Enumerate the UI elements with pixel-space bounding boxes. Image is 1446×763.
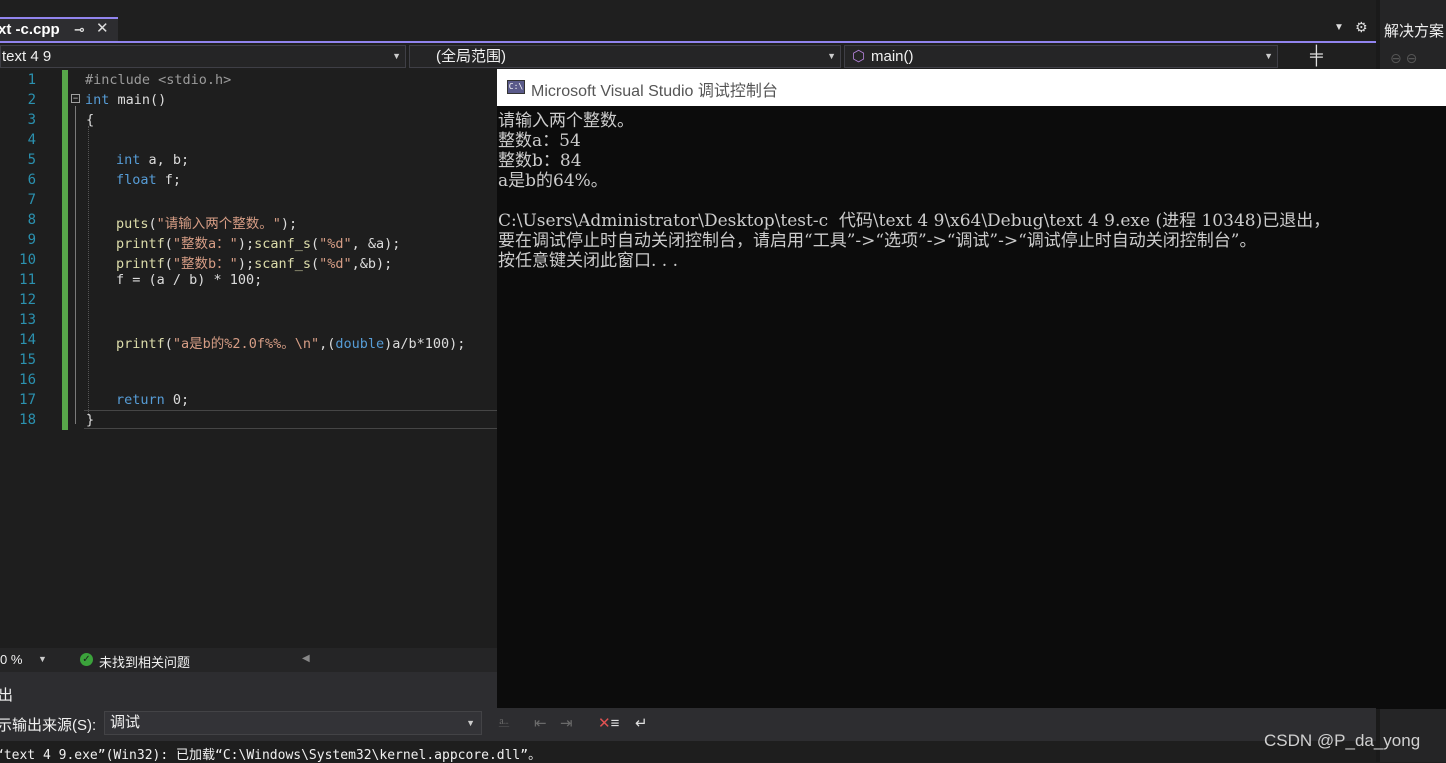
change-indicator-bar — [62, 70, 68, 430]
cube-icon: ⬡ — [852, 48, 866, 65]
line-number: 7 — [27, 192, 36, 208]
word-wrap-icon[interactable]: ↵ — [635, 714, 648, 732]
output-panel-header — [0, 672, 497, 708]
code-line-14: printf("a是b的%2.0f%%。\n",(double)a/b*100)… — [116, 336, 466, 352]
close-icon[interactable]: ✕ — [96, 18, 109, 40]
clear-all-icon[interactable]: ✕≡ — [598, 714, 619, 732]
find-message-icon[interactable]: ⎁ — [498, 714, 510, 731]
line-number: 4 — [27, 132, 36, 148]
code-line-5: int a, b; — [116, 152, 190, 168]
line-number: 5 — [27, 152, 36, 168]
code-line-3: { — [86, 112, 95, 128]
console-title: Microsoft Visual Studio 调试控制台 — [531, 83, 778, 100]
line-number: 10 — [19, 252, 36, 268]
code-line-11: f = (a / b) * 100; — [116, 272, 263, 288]
output-panel-title: 出 — [0, 687, 14, 704]
next-message-icon[interactable]: ⇥ — [560, 714, 573, 732]
gear-icon[interactable]: ⚙ — [1355, 19, 1368, 36]
check-circle-icon: ✓ — [80, 653, 93, 666]
code-line-18: } — [86, 412, 95, 428]
project-dropdown[interactable]: text 4 9 ▼ — [0, 45, 406, 68]
line-number: 6 — [27, 172, 36, 188]
console-app-icon: C:\ — [507, 80, 525, 94]
tab-file-name: xt -c.cpp — [0, 21, 60, 38]
line-number: 2 — [27, 92, 36, 108]
code-line-10: printf("整数b：");scanf_s("%d",&b); — [116, 256, 393, 272]
line-number: 12 — [19, 292, 36, 308]
output-source-dropdown[interactable]: 调试 ▼ — [104, 711, 482, 735]
indent-guide — [88, 126, 89, 416]
output-source-label: 示输出来源(S): — [0, 717, 97, 734]
function-dropdown[interactable]: ⬡ main() ▼ — [844, 45, 1278, 68]
watermark: CSDN @P_da_yong — [1264, 731, 1421, 750]
output-log-line: “text 4 9.exe”(Win32): 已加载“C:\Windows\Sy… — [0, 748, 542, 763]
debug-console-window[interactable] — [497, 69, 1446, 709]
scope-dropdown[interactable]: (全局范围) ▼ — [409, 45, 841, 68]
function-dropdown-value: main() — [871, 48, 914, 65]
chevron-down-icon[interactable]: ▼ — [38, 654, 47, 664]
solution-explorer-nav-icons[interactable]: ⊖ ⊖ — [1390, 50, 1417, 67]
editor-status-bar: 0 % ▼ ✓ 未找到相关问题 ◀ — [0, 648, 497, 672]
zoom-level[interactable]: 0 % — [0, 652, 22, 667]
pin-icon[interactable]: ⊸ — [74, 19, 85, 41]
code-line-9: printf("整数a：");scanf_s("%d", &a); — [116, 236, 401, 252]
console-line: 按任意键关闭此窗口. . . — [498, 251, 679, 271]
code-line-17: return 0; — [116, 392, 190, 408]
chevron-down-icon: ▼ — [392, 51, 401, 61]
previous-message-icon[interactable]: ⇤ — [534, 714, 547, 732]
console-line: a是b的64%。 — [498, 171, 608, 191]
line-number: 9 — [27, 232, 36, 248]
scope-dropdown-value: (全局范围) — [436, 48, 506, 65]
document-tab-strip — [0, 0, 1376, 42]
line-number: 15 — [19, 352, 36, 368]
line-number: 18 — [19, 412, 36, 428]
code-line-6: float f; — [116, 172, 182, 188]
line-number: 17 — [19, 392, 36, 408]
scroll-left-icon[interactable]: ◀ — [302, 653, 310, 664]
tab-list-dropdown-icon[interactable]: ▼ — [1334, 22, 1344, 33]
project-dropdown-value: text 4 9 — [2, 48, 52, 65]
code-line-8: puts("请输入两个整数。"); — [116, 216, 298, 232]
line-number: 8 — [27, 212, 36, 228]
line-number: 13 — [19, 312, 36, 328]
split-editor-icon[interactable]: ╪ — [1310, 45, 1323, 66]
chevron-down-icon: ▼ — [1264, 51, 1273, 61]
line-number: 16 — [19, 372, 36, 388]
chevron-down-icon: ▼ — [466, 718, 475, 728]
output-source-value: 调试 — [110, 714, 141, 731]
document-tab-active[interactable]: xt -c.cpp ⊸ ✕ — [0, 17, 118, 41]
code-line-1: #include <stdio.h> — [85, 72, 232, 88]
line-number: 1 — [27, 72, 36, 88]
code-line-2: int main() — [85, 92, 167, 108]
outline-guide — [75, 106, 76, 424]
current-line-highlight — [84, 410, 497, 429]
solution-explorer-title: 解决方案 — [1384, 23, 1445, 40]
chevron-down-icon: ▼ — [827, 51, 836, 61]
navigation-bar: text 4 9 ▼ (全局范围) ▼ ⬡ main() ▼ — [0, 43, 1376, 70]
line-number: 11 — [19, 272, 36, 288]
issues-status[interactable]: 未找到相关问题 — [99, 652, 190, 671]
line-number: 3 — [27, 112, 36, 128]
line-number: 14 — [19, 332, 36, 348]
collapse-icon[interactable]: − — [71, 94, 80, 103]
